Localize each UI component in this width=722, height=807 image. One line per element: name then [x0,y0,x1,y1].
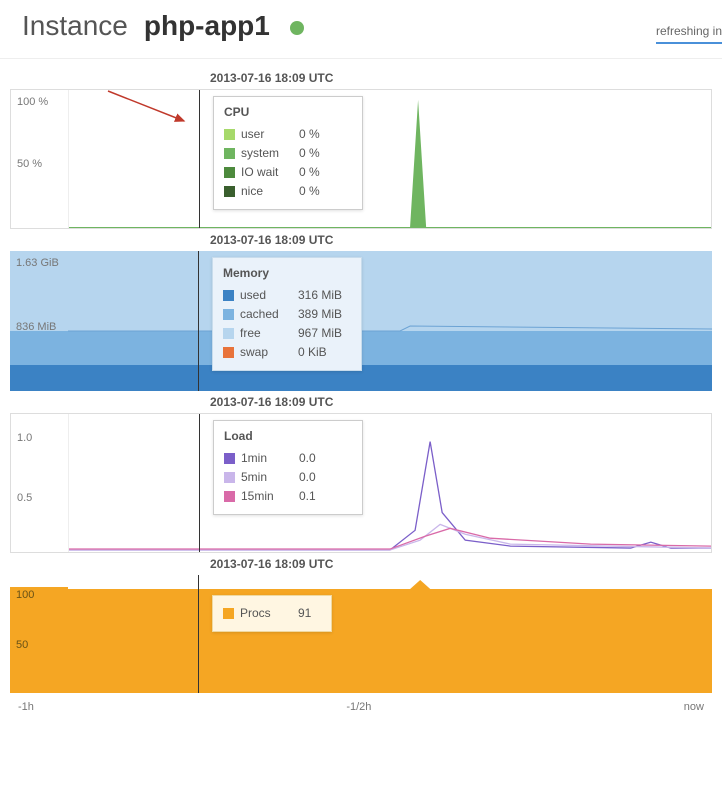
status-indicator-icon [290,21,304,35]
cpu-plot[interactable]: CPU user0 % system0 % IO wait0 % nice0 % [69,90,711,228]
legend-row: 1min0.0 [224,449,352,468]
load-chart[interactable]: 2013-07-16 18:09 UTC 1.0 0.5 Load 1min0.… [10,413,712,553]
legend-row: free967 MiB [223,324,351,343]
swatch-icon [224,186,235,197]
legend-row: nice0 % [224,182,352,201]
load-tooltip: Load 1min0.0 5min0.0 15min0.1 [213,420,363,515]
cpu-timestamp: 2013-07-16 18:09 UTC [210,71,333,85]
y-tick: 1.0 [17,432,32,444]
swatch-icon [223,608,234,619]
legend-row: system0 % [224,144,352,163]
y-tick: 836 MiB [16,321,56,333]
legend-row: Procs91 [223,604,321,623]
swatch-icon [224,472,235,483]
swatch-icon [224,167,235,178]
title-prefix: Instance [22,10,128,42]
memory-timestamp: 2013-07-16 18:09 UTC [210,233,333,247]
y-tick: 100 % [17,96,48,108]
load-timestamp: 2013-07-16 18:09 UTC [210,395,333,409]
procs-timestamp: 2013-07-16 18:09 UTC [210,557,333,571]
procs-tooltip: Procs91 [212,595,332,632]
legend-row: 5min0.0 [224,468,352,487]
y-tick: 100 [16,589,34,601]
cpu-tooltip-title: CPU [224,105,352,119]
swatch-icon [224,491,235,502]
swatch-icon [223,290,234,301]
time-tick: -1/2h [346,701,371,713]
cpu-y-axis: 100 % 50 % [11,90,69,228]
y-tick: 50 % [17,158,42,170]
memory-tooltip-title: Memory [223,266,351,280]
load-y-axis: 1.0 0.5 [11,414,69,552]
procs-chart[interactable]: 2013-07-16 18:09 UTC 100 50 Procs91 [10,575,712,693]
refresh-status[interactable]: refreshing in [656,24,722,44]
crosshair-line [198,251,199,391]
memory-chart[interactable]: 2013-07-16 18:09 UTC 1.63 GiB 836 MiB Me… [10,251,712,391]
swatch-icon [224,148,235,159]
cpu-tooltip: CPU user0 % system0 % IO wait0 % nice0 % [213,96,363,210]
charts-container: 2013-07-16 18:09 UTC 100 % 50 % CPU user… [0,59,722,719]
swatch-icon [224,129,235,140]
procs-y-axis: 100 50 [10,575,68,693]
title-instance-name: php-app1 [144,10,270,42]
legend-row: cached389 MiB [223,305,351,324]
crosshair-line [199,90,200,228]
swatch-icon [223,328,234,339]
memory-plot[interactable]: Memory used316 MiB cached389 MiB free967… [68,251,712,391]
y-tick: 50 [16,639,28,651]
y-tick: 0.5 [17,492,32,504]
y-tick: 1.63 GiB [16,257,59,269]
swatch-icon [223,309,234,320]
page-title: Instance php-app1 [22,10,304,42]
time-tick: now [684,701,704,713]
load-tooltip-title: Load [224,429,352,443]
page-header: Instance php-app1 refreshing in [0,10,722,59]
swatch-icon [223,347,234,358]
crosshair-line [199,414,200,552]
memory-tooltip: Memory used316 MiB cached389 MiB free967… [212,257,362,371]
legend-row: used316 MiB [223,286,351,305]
procs-plot[interactable]: Procs91 [68,575,712,693]
legend-row: swap0 KiB [223,343,351,362]
time-tick: -1h [18,701,34,713]
memory-y-axis: 1.63 GiB 836 MiB [10,251,68,391]
legend-row: 15min0.1 [224,487,352,506]
crosshair-line [198,575,199,693]
legend-row: user0 % [224,125,352,144]
legend-row: IO wait0 % [224,163,352,182]
cpu-chart[interactable]: 2013-07-16 18:09 UTC 100 % 50 % CPU user… [10,89,712,229]
swatch-icon [224,453,235,464]
time-axis: -1h -1/2h now [10,697,712,713]
load-plot[interactable]: Load 1min0.0 5min0.0 15min0.1 [69,414,711,552]
